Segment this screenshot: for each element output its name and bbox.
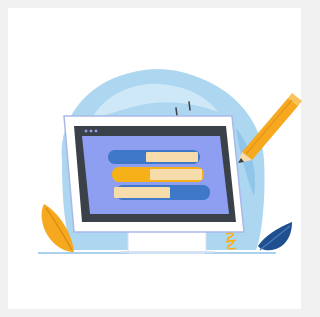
books-icon xyxy=(108,150,210,200)
window-dots-icon xyxy=(84,129,98,133)
computer-books-illustration xyxy=(38,69,302,254)
leaf-icon xyxy=(258,222,292,251)
